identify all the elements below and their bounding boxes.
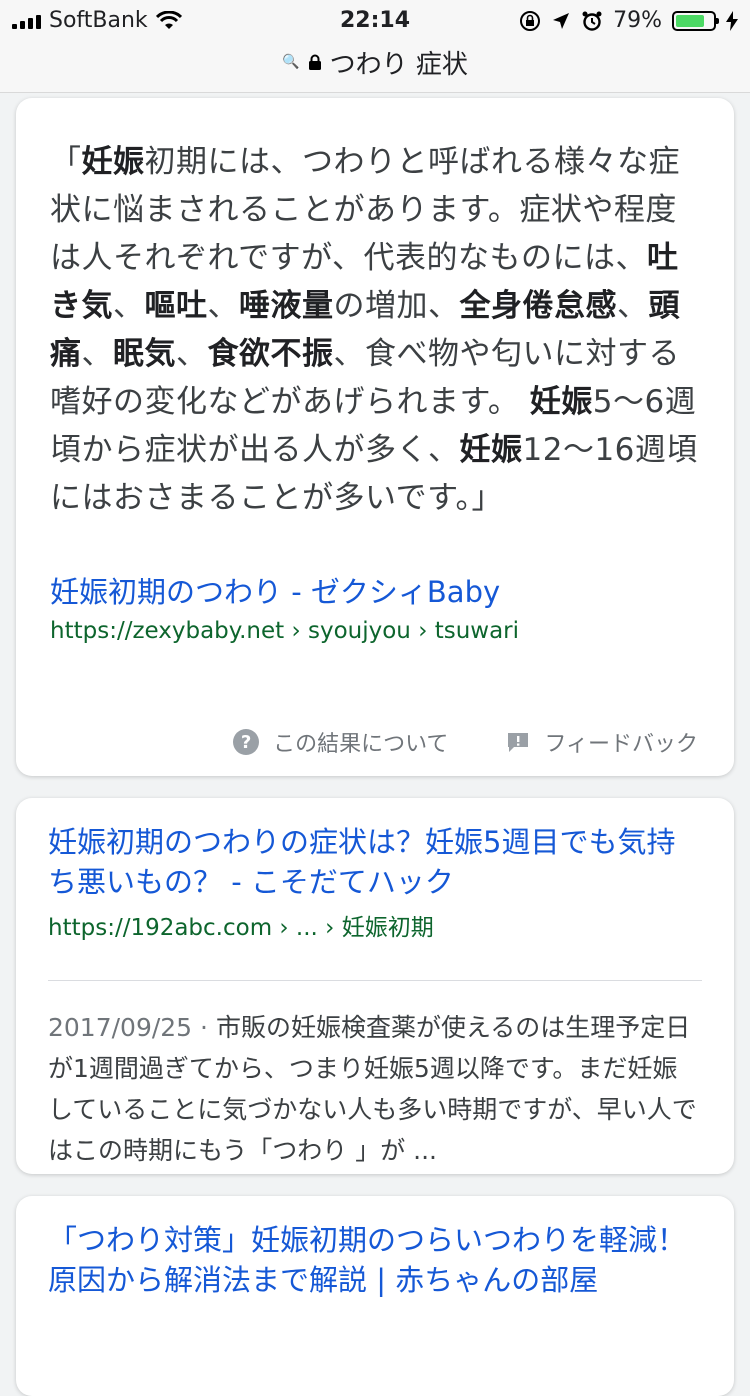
result-snippet: 2017/09/25 · 市販の妊娠検査薬が使えるのは生理予定日が1週間過ぎてか… [48,1007,702,1171]
help-circle-icon: ? [233,729,260,755]
battery-icon [672,10,719,31]
snippet-highlight: 妊娠 [459,432,523,468]
status-bar: SoftBank 22:14 79% [0,0,750,42]
result-url: https://zexybaby.net › syoujyou › tsuwar… [50,618,520,644]
result-title-link[interactable]: 「つわり対策」妊娠初期のつらいつわりを軽減！原因から解消法まで解説 | 赤ちゃん… [48,1220,702,1300]
search-result-card: 「つわり対策」妊娠初期のつらいつわりを軽減！原因から解消法まで解説 | 赤ちゃん… [16,1196,734,1396]
snippet-text: 、 [113,288,145,324]
feedback-row: ? この結果について フィードバック [233,726,698,758]
result-date: 2017/09/25 [48,1013,193,1042]
snippet-highlight: 食欲不振 [207,336,334,372]
snippet-text: 、 [207,288,239,324]
divider [48,980,702,981]
snippet-highlight: 眠気 [113,336,176,372]
snippet-text: の増加、 [333,288,460,324]
snippet-highlight: 妊娠 [529,384,593,420]
status-right: 79% [519,8,738,33]
snippet-text: 、 [617,288,649,324]
search-result-card: 妊娠初期のつわりの症状は？妊娠5週目でも気持ち悪いもの？ - こそだてハック h… [16,798,734,1174]
location-arrow-icon [553,12,570,29]
address-query: つわり 症状 [329,49,468,80]
feedback-icon [508,733,529,752]
result-title-link[interactable]: 妊娠初期のつわり - ゼクシィBaby [50,572,698,612]
address-bar[interactable]: 🔍 つわり 症状 [0,44,750,80]
quote-open: 「 [50,144,82,180]
search-icon: 🔍 [282,54,300,70]
feedback-button[interactable]: フィードバック [506,726,698,758]
featured-snippet-card: 「妊娠初期には、つわりと呼ばれる様々な症状に悩まされることがあります。症状や程度… [16,98,734,776]
snippet-text: 初期には、つわりと呼ばれる様々な症状に悩まされることがあります。症状や程度は人そ… [50,144,680,276]
snippet-highlight: 全身倦怠感 [459,288,617,324]
date-separator: · [192,1013,216,1042]
result-title-link[interactable]: 妊娠初期のつわりの症状は？妊娠5週目でも気持ち悪いもの？ - こそだてハック [48,822,702,902]
alarm-clock-icon [582,11,602,31]
feedback-label: フィードバック [544,732,698,757]
snippet-text: 、 [176,336,208,372]
snippet-highlight: 唾液量 [239,288,334,324]
orientation-lock-icon [520,10,541,31]
about-result-button[interactable]: ? この結果について [233,726,448,758]
result-url[interactable]: https://192abc.com › ... › 妊娠初期 [48,908,702,942]
snippet-highlight: 嘔吐 [144,288,208,324]
lock-icon [308,54,321,70]
battery-percent: 79% [613,8,662,33]
snippet-text: 、 [81,336,113,372]
snippet-highlight: 妊娠 [81,144,145,180]
about-result-label: この結果について [273,732,449,757]
featured-snippet-text: 「妊娠初期には、つわりと呼ばれる様々な症状に悩まされることがあります。症状や程度… [50,138,698,522]
browser-top-bar: SoftBank 22:14 79% 🔍 つわり 症状 [0,0,750,93]
featured-result-link[interactable]: 妊娠初期のつわり - ゼクシィBaby https://zexybaby.net… [50,572,698,644]
charging-bolt-icon [726,10,738,31]
